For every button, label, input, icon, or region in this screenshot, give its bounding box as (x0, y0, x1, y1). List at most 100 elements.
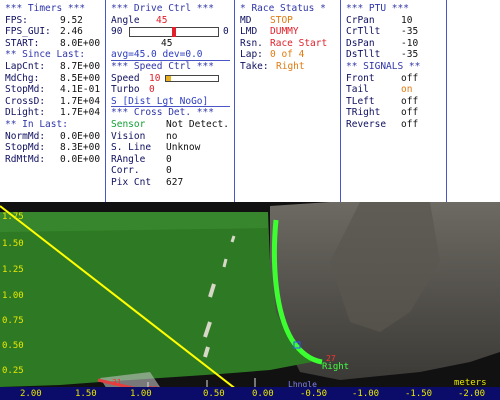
dstilt-label: DsTllt (346, 49, 381, 61)
y-tick-label: 1.50 (2, 239, 24, 249)
reverse-value: off (401, 118, 419, 130)
y-tick-label: 0.25 (2, 366, 24, 376)
since-last-header: ** Since Last: (5, 49, 86, 61)
x-tick-label: -1.00 (352, 389, 380, 399)
dstilt-value: -35 (401, 49, 419, 61)
marker-id-label: 31 (112, 378, 122, 387)
fps-value: 9.52 (60, 14, 83, 26)
avg-dev-readout: avg=45.0 dev=0.0 (111, 49, 203, 61)
crossd-label: CrossD: (5, 95, 46, 107)
stopmd2-label: StopMd: (5, 142, 46, 154)
tail-label: Tail (346, 84, 369, 96)
crtilt-label: CrTllt (346, 26, 381, 38)
rsn-value: Race Start (270, 37, 328, 49)
vision-label: Vision (111, 130, 146, 142)
normmd-label: NormMd: (5, 130, 46, 142)
dspan-value: -10 (401, 37, 419, 49)
rangle-value: 0 (166, 153, 172, 165)
y-tick-label: 1.25 (2, 265, 24, 275)
speed-ctrl-header: *** Speed Ctrl *** (111, 60, 214, 72)
dlight-label: DLight: (5, 107, 46, 119)
take-value: Right (276, 60, 305, 72)
lane-marking (222, 258, 228, 268)
md-value: STOP (270, 14, 293, 26)
race-status-header: * Race Status * (240, 3, 326, 14)
y-tick-label: 1.00 (2, 291, 24, 301)
divider (446, 0, 447, 202)
x-tick-label: 0.50 (203, 389, 225, 399)
turbo-value: 0 (149, 84, 155, 96)
tright-label: TRight (346, 107, 381, 119)
lapcnt-value: 8.7E+00 (60, 60, 101, 72)
camera-overlay (0, 202, 500, 400)
crpan-value: 10 (401, 14, 413, 26)
y-tick-label: 0.75 (2, 316, 24, 326)
x-tick-label: -1.50 (405, 389, 433, 399)
sensor-label: Sensor (111, 118, 146, 130)
angle-slider[interactable] (129, 27, 219, 38)
start-label: START: (5, 37, 40, 49)
tright-value: off (401, 107, 419, 119)
speed-slider-fill (166, 75, 172, 81)
ptu-header: *** PTU *** (346, 3, 409, 14)
md-label: MD (240, 14, 252, 26)
lap-label: Lap: (240, 49, 263, 61)
rdmtmd-label: RdMtMd: (5, 153, 46, 165)
angle-slider-knob[interactable] (172, 27, 176, 38)
signals-header: ** SIGNALS ** (346, 60, 421, 72)
crossd-value: 1.7E+04 (60, 95, 101, 107)
speed-label: Speed (111, 72, 140, 84)
rdmtmd-value: 0.0E+00 (60, 153, 101, 165)
x-tick-label: 1.50 (75, 389, 97, 399)
drive-panel: *** Drive Ctrl *** Angle 45 90 0 45 avg=4… (106, 0, 233, 202)
x-tick-label: 2.00 (20, 389, 42, 399)
stopmd-value: 4.1E-01 (60, 84, 101, 96)
timers-header: *** Timers *** (5, 3, 86, 14)
lane-marking (230, 235, 236, 243)
turbo-label: Turbo (111, 84, 140, 96)
track-region (0, 212, 312, 387)
tleft-label: TLeft (346, 95, 375, 107)
start-value: 8.0E+00 (60, 37, 101, 49)
camera-view[interactable]: 1.75 1.50 1.25 1.00 0.75 0.50 0.25 Right… (0, 202, 500, 400)
x-tick-label: 0.00 (252, 389, 274, 399)
drive-ctrl-header: *** Drive Ctrl *** (111, 3, 214, 14)
pixcnt-label: Pix Cnt (111, 176, 152, 188)
crpan-label: CrPan (346, 14, 375, 26)
angle-slider-value: 45 (161, 37, 173, 49)
normmd-value: 0.0E+00 (60, 130, 101, 142)
take-label: Take: (240, 60, 269, 72)
rsn-label: Rsn. (240, 37, 263, 49)
mdchg-value: 8.5E+00 (60, 72, 101, 84)
angle-slider-min: 90 (111, 26, 123, 38)
speed-value: 10 (149, 72, 161, 84)
vision-value: no (166, 130, 178, 142)
sline-value: Unknow (166, 142, 201, 154)
front-value: off (401, 72, 419, 84)
units-label: meters (454, 378, 487, 388)
corr-label: Corr. (111, 165, 140, 177)
dlight-value: 1.7E+04 (60, 107, 101, 119)
rangle-label: RAngle (111, 153, 146, 165)
pixcnt-value: 627 (166, 176, 184, 188)
marker-id-label: 27 (326, 354, 336, 363)
x-tick-label: 1.00 (130, 389, 152, 399)
lmd-value: DUMMY (270, 26, 299, 38)
corr-value: 0 (166, 165, 172, 177)
x-tick-label: -2.00 (458, 389, 486, 399)
fps-label: FPS: (5, 14, 28, 26)
speed-slider[interactable] (165, 74, 219, 82)
stopmd-label: StopMd: (5, 84, 46, 96)
lap-value: 0 of 4 (270, 49, 305, 61)
y-tick-label: 0.50 (2, 341, 24, 351)
reverse-label: Reverse (346, 118, 387, 130)
in-last-header: ** In Last: (5, 118, 68, 130)
ptu-panel: *** PTU *** CrPan 10 CrTllt -35 DsPan -10 D… (341, 0, 446, 202)
angle-value: 45 (156, 14, 168, 26)
front-label: Front (346, 72, 375, 84)
tleft-value: off (401, 95, 419, 107)
stopmd2-value: 8.3E+00 (60, 142, 101, 154)
sensor-value: Not Detect. (166, 118, 229, 130)
lapcnt-label: LapCnt: (5, 60, 46, 72)
mdchg-label: MdChg: (5, 72, 40, 84)
